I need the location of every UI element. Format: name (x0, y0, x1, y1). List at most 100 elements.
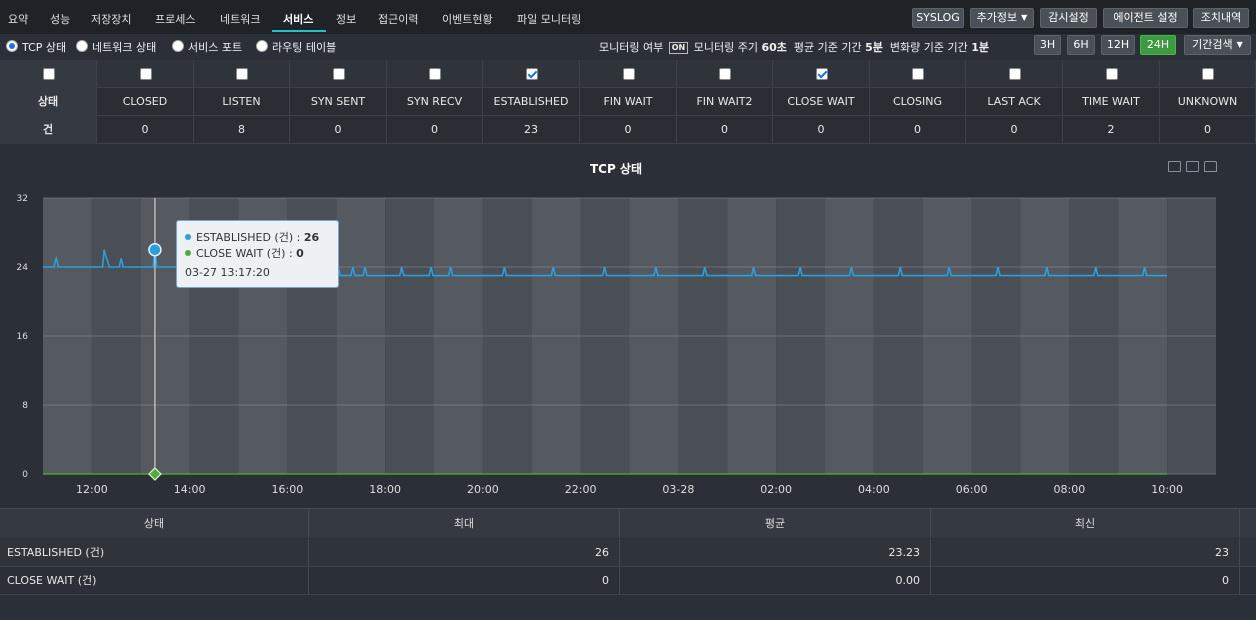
tab-info[interactable]: 정보 (336, 11, 356, 27)
checkbox-closed[interactable] (139, 68, 152, 80)
tooltip-line-closewait: CLOSE WAIT (건) : 0 (185, 245, 304, 261)
range-24h-button[interactable]: 24H (1140, 35, 1176, 55)
tooltip-series2-value: 0 (296, 247, 304, 260)
caret-down-icon: ▼ (1021, 13, 1028, 22)
state-name-fin-wait: FIN WAIT (580, 88, 677, 116)
state-name-close-wait: CLOSE WAIT (773, 88, 870, 116)
state-name-unknown: UNKNOWN (1160, 88, 1256, 116)
checkbox-close-wait[interactable] (815, 68, 828, 80)
state-count-close-wait: 0 (773, 116, 870, 144)
state-count-time-wait: 2 (1063, 116, 1160, 144)
active-tab-indicator (272, 30, 326, 32)
tab-network[interactable]: 네트워크 (220, 11, 260, 27)
checkbox-cell-closed (97, 60, 194, 88)
y-tick-label: 16 (17, 332, 29, 342)
state-name-established: ESTABLISHED (483, 88, 580, 116)
period-search-dropdown[interactable]: 기간검색 ▼ (1184, 35, 1251, 55)
tab-performance[interactable]: 성능 (50, 11, 70, 27)
state-count-closing: 0 (870, 116, 966, 144)
state-count-fin-wait2: 0 (677, 116, 773, 144)
period-search-label: 기간검색 (1192, 38, 1233, 51)
state-count-closed: 0 (97, 116, 194, 144)
summary-header-latest: 최신 (931, 509, 1240, 538)
checkbox-cell-listen (194, 60, 290, 88)
actions-history-button[interactable]: 조치내역 (1193, 8, 1249, 28)
checkbox-fin-wait2[interactable] (719, 68, 731, 80)
checkbox-last-ack[interactable] (1008, 68, 1021, 80)
checkbox-closing[interactable] (912, 68, 924, 80)
x-tick-label: 02:00 (760, 483, 792, 496)
top-tab-bar: 요약 성능 저장장치 프로세스 네트워크 서비스 정보 접근이력 이벤트현황 파… (0, 0, 1256, 34)
range-3h-button[interactable]: 3H (1034, 35, 1061, 55)
avg-period-label: 평균 기준 기간 (793, 41, 862, 54)
tab-service[interactable]: 서비스 (283, 11, 313, 27)
tcp-chart-panel: TCP 상태 0 8 16 24 32 12:00 14:00 16:00 18:00 20:00… (0, 144, 1256, 506)
state-count-last-ack: 0 (966, 116, 1063, 144)
select-all-cell (0, 60, 97, 88)
summary-state-cell: ESTABLISHED (건) (0, 539, 309, 566)
summary-avg-cell: 0.00 (620, 567, 931, 594)
state-name-closing: CLOSING (870, 88, 966, 116)
monitor-settings-button[interactable]: 감시설정 (1040, 8, 1097, 28)
radio-label: 네트워크 상태 (92, 41, 157, 54)
summary-latest-cell: 23 (931, 539, 1240, 566)
series-dot-icon (185, 250, 191, 256)
cycle-label: 모니터링 주기 (693, 41, 758, 54)
x-tick-label: 16:00 (272, 483, 304, 496)
checkbox-cell-syn-recv (387, 60, 483, 88)
tab-summary[interactable]: 요약 (8, 11, 28, 27)
x-tick-label: 18:00 (369, 483, 401, 496)
monitoring-label: 모니터링 여부 (599, 41, 664, 54)
summary-header-state: 상태 (0, 509, 309, 538)
tab-process[interactable]: 프로세스 (155, 11, 195, 27)
x-tick-label: 08:00 (1054, 483, 1086, 496)
checkbox-established[interactable] (525, 68, 538, 80)
state-name-closed: CLOSED (97, 88, 194, 116)
checkbox-fin-wait[interactable] (622, 68, 635, 80)
tab-access-history[interactable]: 접근이력 (378, 11, 418, 27)
caret-down-icon: ▼ (1236, 40, 1243, 49)
checkbox-unknown[interactable] (1202, 68, 1214, 80)
radio-empty-icon (256, 40, 268, 52)
tab-file-monitoring[interactable]: 파일 모니터링 (517, 11, 581, 27)
state-count-established: 23 (483, 116, 580, 144)
y-tick-label: 32 (17, 194, 28, 204)
checkbox-cell-unknown (1160, 60, 1256, 88)
change-period-value: 1분 (971, 41, 989, 54)
tooltip-time: 03-27 13:17:20 (185, 266, 270, 279)
tab-storage[interactable]: 저장장치 (91, 11, 131, 27)
x-tick-label: 20:00 (467, 483, 499, 496)
checkbox-syn-recv[interactable] (429, 68, 441, 80)
state-count-row: 건 0 8 0 0 23 0 0 0 0 0 2 0 (0, 116, 1256, 144)
summary-max-cell: 0 (309, 567, 620, 594)
checkbox-syn-sent[interactable] (332, 68, 345, 80)
tab-event-status[interactable]: 이벤트현황 (442, 11, 493, 27)
x-tick-label: 06:00 (956, 483, 988, 496)
series-dot-icon (185, 234, 191, 240)
agent-settings-button[interactable]: 에이전트 설정 (1103, 8, 1188, 28)
checkbox-cell-established (483, 60, 580, 88)
monitoring-info: 모니터링 여부 ON 모니터링 주기 60초 평균 기준 기간 5분 변화량 기… (599, 39, 989, 55)
radio-checked-icon (6, 40, 18, 52)
x-tick-label: 10:00 (1151, 483, 1183, 496)
state-name-syn-sent: SYN SENT (290, 88, 387, 116)
checkbox-listen[interactable] (236, 68, 248, 80)
state-name-syn-recv: SYN RECV (387, 88, 483, 116)
range-6h-button[interactable]: 6H (1067, 35, 1095, 55)
x-tick-label: 12:00 (76, 483, 108, 496)
select-all-checkbox[interactable] (42, 68, 55, 80)
count-row-header: 건 (0, 116, 97, 144)
avg-period-value: 5분 (865, 41, 883, 54)
state-count-fin-wait: 0 (580, 116, 677, 144)
syslog-button[interactable]: SYSLOG (912, 8, 964, 28)
extra-info-dropdown[interactable]: 추가정보 ▼ (970, 8, 1034, 28)
change-period-label: 변화량 기준 기간 (889, 41, 968, 54)
range-12h-button[interactable]: 12H (1101, 35, 1135, 55)
state-name-time-wait: TIME WAIT (1063, 88, 1160, 116)
table-row: CLOSE WAIT (건) 0 0.00 0 (0, 567, 1256, 595)
tooltip-series1-label: ESTABLISHED (건) : (196, 231, 301, 244)
radio-empty-icon (76, 40, 88, 52)
checkbox-time-wait[interactable] (1105, 68, 1118, 80)
state-name-last-ack: LAST ACK (966, 88, 1063, 116)
checkbox-cell-fin-wait2 (677, 60, 773, 88)
